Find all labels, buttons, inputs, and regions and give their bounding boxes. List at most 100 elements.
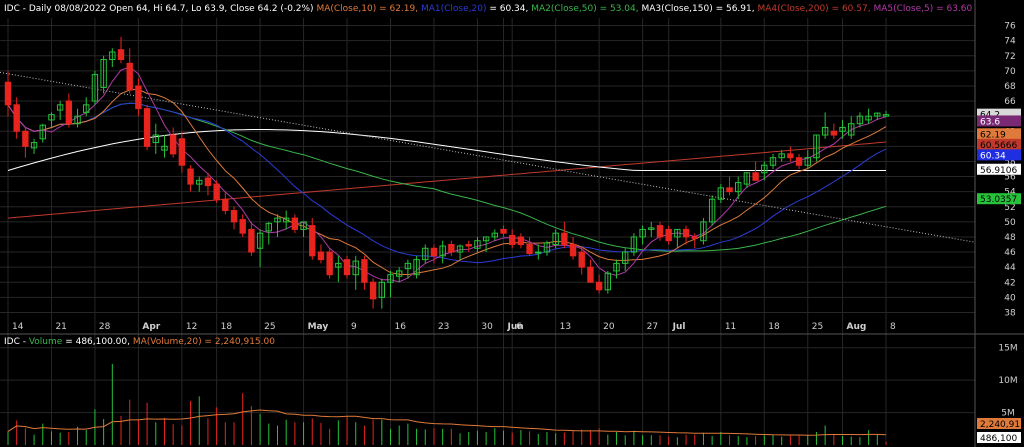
date-tick-label: 18 <box>221 322 233 332</box>
candle-body <box>369 281 377 300</box>
candle-body <box>726 187 733 193</box>
price-tick-label: 46 <box>1004 248 1016 258</box>
date-tick-label: 30 <box>481 322 493 332</box>
candle-body <box>595 281 603 291</box>
candle-body <box>4 81 12 106</box>
volume-header: IDC - Volume = 486,100.00, MA(Volume,20)… <box>4 337 275 347</box>
date-tick-label: Aug <box>847 322 867 332</box>
moving-average-lines <box>0 66 976 283</box>
candle-body <box>126 62 133 91</box>
candle-body <box>500 228 507 234</box>
price-tick-label: 38 <box>1004 308 1016 318</box>
volume-tick-label: 15M <box>998 344 1017 354</box>
header-item: MA3(Close,150) = 56.91, <box>641 4 757 14</box>
price-tick-label: 76 <box>1004 22 1016 32</box>
price-tick-label: 42 <box>1004 278 1015 288</box>
trendline <box>0 71 976 243</box>
candle-body <box>22 130 29 147</box>
candle-body <box>787 153 794 159</box>
date-tick-label: 11 <box>725 322 736 332</box>
header-item: MA5(Close,5) = 63.60 <box>873 4 972 14</box>
price-tick-label: 66 <box>1004 97 1016 107</box>
candle-body <box>561 232 568 246</box>
candle-body <box>569 244 577 257</box>
date-tick-label: 28 <box>99 322 111 332</box>
header-item: MA4(Close,200) = 60.57, <box>757 4 873 14</box>
candle-body <box>587 266 594 283</box>
header-item: MA(Close,10) = 62.19, <box>316 4 421 14</box>
price-badge-label: 63.6 <box>980 117 1000 127</box>
candle-body <box>326 251 333 276</box>
candle-body <box>691 236 698 239</box>
header-item: MA1(Close,20) <box>421 4 489 14</box>
volume-ma-line <box>7 409 887 436</box>
header-prefix: IDC - Daily 08/08/2022 Open 64, Hi 64.7,… <box>4 4 316 14</box>
price-tick-label: 72 <box>1004 52 1015 62</box>
price-tick-label: 40 <box>1004 293 1016 303</box>
candle-body <box>343 259 351 276</box>
candle-body <box>187 168 194 185</box>
volume-tick-label: 5M <box>1001 409 1015 419</box>
candle-body <box>665 228 672 242</box>
date-tick-label: Jul <box>672 322 686 332</box>
date-tick-label: 25 <box>264 322 275 332</box>
candle-body <box>682 228 690 238</box>
candle-body <box>213 183 220 200</box>
candle-body <box>509 234 516 246</box>
candle-body <box>526 244 533 255</box>
date-tick-label: 14 <box>12 322 24 332</box>
candle-body <box>13 104 20 132</box>
date-tick-label: 12 <box>186 322 197 332</box>
candle-body <box>117 49 125 61</box>
volume-bars[interactable] <box>7 363 887 445</box>
date-tick-label: 27 <box>647 322 658 332</box>
header-prefix: IDC - <box>4 337 29 347</box>
candle-body <box>535 251 542 254</box>
candle-body <box>317 251 325 261</box>
candle-body <box>239 219 246 234</box>
price-tick-label: 50 <box>1004 218 1016 228</box>
date-tick-label: 21 <box>55 322 66 332</box>
candle-body <box>204 177 212 187</box>
date-tick-label: 23 <box>438 322 449 332</box>
candle-body <box>795 157 803 166</box>
price-badge-label: 56.9106 <box>980 166 1017 176</box>
candle-body <box>430 247 438 257</box>
volume-badge-label: 2,240,91 <box>980 420 1020 430</box>
date-tick-label: 8 <box>890 322 896 332</box>
header-item: = 486,100.00, <box>65 337 133 347</box>
chart-svg[interactable]: 3840424446485052545658606264666870727476… <box>0 0 1024 447</box>
candle-body <box>143 108 151 147</box>
candle-body <box>361 259 368 283</box>
candlestick-series[interactable] <box>4 36 890 309</box>
candle-body <box>169 134 177 155</box>
price-tick-label: 44 <box>1004 263 1016 273</box>
candle-body <box>65 100 73 125</box>
date-tick-label: May <box>308 322 329 332</box>
header-item: MA(Volume,20) = 2,240,915.00 <box>133 337 275 347</box>
price-tick-label: 68 <box>1004 82 1016 92</box>
candle-body <box>222 198 229 212</box>
price-tick-label: 48 <box>1004 233 1016 243</box>
candle-body <box>248 228 255 253</box>
candle-body <box>448 244 455 253</box>
price-tick-label: 74 <box>1004 37 1016 47</box>
price-header: IDC - Daily 08/08/2022 Open 64, Hi 64.7,… <box>4 4 973 14</box>
volume-badge-label: 486,100 <box>980 434 1017 444</box>
grid-lines <box>0 18 975 445</box>
price-badge-label: 53.0357 <box>980 195 1017 205</box>
date-tick-label: 20 <box>603 322 615 332</box>
price-badge-label: 60.34 <box>980 151 1006 161</box>
candle-body <box>135 85 142 110</box>
candle-body <box>830 130 838 136</box>
candle-body <box>291 217 299 230</box>
candle-body <box>752 172 759 181</box>
candle-body <box>465 244 472 247</box>
axis-value-badges: 64.263.662.1960.566660.3456.910653.03572… <box>977 108 1021 444</box>
volume-tick-label: 10M <box>998 376 1017 386</box>
date-tick-label: 25 <box>812 322 823 332</box>
candle-body <box>230 210 238 223</box>
candle-body <box>178 138 186 166</box>
price-tick-label: 70 <box>1004 67 1016 77</box>
date-tick-label: 9 <box>351 322 357 332</box>
